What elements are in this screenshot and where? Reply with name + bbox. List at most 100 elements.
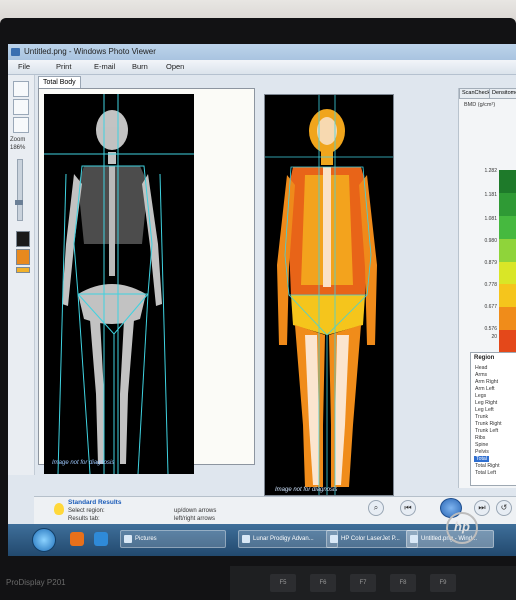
menu-burn[interactable]: Burn: [132, 62, 148, 71]
taskbar-item-lunar[interactable]: Lunar Prodigy Advan...: [238, 530, 338, 548]
taskbar: Pictures Lunar Prodigy Advan... HP Color…: [8, 524, 516, 556]
photo-viewer-icon: [11, 48, 20, 56]
bmd-scale-band: [499, 307, 516, 331]
previous-icon[interactable]: ⏮: [400, 500, 416, 516]
region-item[interactable]: Pelvis: [475, 449, 489, 455]
taskbar-item-pictures[interactable]: Pictures: [120, 530, 226, 548]
region-item[interactable]: Spine: [475, 442, 488, 448]
key[interactable]: F9: [430, 574, 456, 592]
status-line-1: Select region:: [68, 508, 105, 514]
bmd-tick: 0.980: [484, 238, 497, 244]
status-title: Standard Results: [68, 499, 122, 506]
status-line-2: Results tab:: [68, 516, 100, 522]
window-title: Untitled.png - Windows Photo Viewer: [24, 47, 156, 56]
lightbulb-icon: [54, 503, 64, 515]
bmd-tick: 20: [491, 334, 497, 340]
status-hint-1: up/down arrows: [174, 508, 217, 514]
bmd-tick: 0.879: [484, 260, 497, 266]
bmd-tick: 1.081: [484, 216, 497, 222]
bmd-scale-band: [499, 170, 516, 193]
taskbar-item-label: HP Color LaserJet P...: [341, 536, 400, 542]
menu-email[interactable]: E-mail: [94, 62, 115, 71]
region-item[interactable]: Trunk Left: [475, 428, 498, 434]
keyboard: F5 F6 F7 F8 F9: [230, 566, 516, 600]
region-item[interactable]: Total Right: [475, 463, 500, 469]
folder-icon: [124, 535, 132, 543]
bmd-scale-band: [499, 215, 516, 239]
monitor-model: ProDisplay P201: [6, 578, 66, 587]
region-item[interactable]: Legs: [475, 393, 486, 399]
bmd-color-scale: [499, 170, 516, 376]
status-hint-2: left/right arrows: [174, 516, 216, 522]
bmd-color-body: [265, 95, 393, 495]
region-item[interactable]: Ribs: [475, 435, 485, 441]
title-bar: Untitled.png - Windows Photo Viewer: [8, 44, 516, 60]
xray-scan-image: Image not for diagnosis: [44, 94, 194, 474]
xray-thumbnail[interactable]: [16, 231, 30, 247]
xray-watermark: Image not for diagnosis: [52, 460, 115, 466]
key[interactable]: F8: [390, 574, 416, 592]
region-item[interactable]: Leg Right: [475, 400, 497, 406]
next-icon[interactable]: ⏭: [474, 500, 490, 516]
bmd-scale-band: [499, 330, 516, 353]
zoom-value: 186%: [10, 145, 26, 151]
region-item[interactable]: Trunk Right: [475, 421, 502, 427]
start-button[interactable]: [32, 528, 56, 552]
menu-print[interactable]: Print: [56, 62, 71, 71]
zoom-control-icon[interactable]: ⌕: [368, 500, 384, 516]
bmd-scale-band: [499, 284, 516, 308]
bmd-tick: 0.677: [484, 304, 497, 310]
app-icon: [242, 535, 250, 543]
region-item-selected[interactable]: Total: [474, 456, 489, 462]
taskbar-item-hp-printer[interactable]: HP Color LaserJet P...: [326, 530, 418, 548]
rotate-icon[interactable]: ↺: [496, 500, 512, 516]
menu-open[interactable]: Open: [166, 62, 184, 71]
zoom-slider-knob[interactable]: [15, 200, 23, 205]
region-item[interactable]: Arms: [475, 372, 487, 378]
color-watermark: Image not for diagnosis: [275, 487, 338, 493]
firefox-icon[interactable]: [70, 532, 84, 546]
region-item[interactable]: Arm Right: [475, 379, 498, 385]
region-header: Region: [474, 355, 495, 361]
zoom-slider[interactable]: [15, 159, 23, 221]
left-toolbar: Zoom 186%: [8, 75, 35, 475]
hp-logo: hp: [446, 512, 478, 544]
bmd-color-image: Image not for diagnosis: [264, 94, 394, 496]
pointer-tool-icon[interactable]: [13, 81, 29, 97]
menu-file[interactable]: File: [18, 62, 30, 71]
region-item[interactable]: Arm Left: [475, 386, 495, 392]
tab-total-body[interactable]: Total Body: [38, 76, 81, 88]
screen: Untitled.png - Windows Photo Viewer File…: [8, 44, 516, 556]
region-item[interactable]: Trunk: [475, 414, 488, 420]
zoom-label: Zoom: [10, 137, 26, 143]
key[interactable]: F6: [310, 574, 336, 592]
internet-explorer-icon[interactable]: [94, 532, 108, 546]
bmd-scale-band: [499, 261, 516, 285]
printer-icon: [330, 535, 338, 543]
photo-icon: [410, 535, 418, 543]
bmd-tick: 0.778: [484, 282, 497, 288]
key[interactable]: F7: [350, 574, 376, 592]
region-item[interactable]: Head: [475, 365, 487, 371]
key[interactable]: F5: [270, 574, 296, 592]
bmd-scale-label: BMD (g/cm²): [464, 102, 496, 108]
color-thumbnail[interactable]: [16, 249, 30, 265]
bmd-scale-band: [499, 192, 516, 216]
zoom-tool-icon[interactable]: [13, 99, 29, 115]
xray-skeleton: [44, 94, 194, 474]
region-item[interactable]: Leg Left: [475, 407, 494, 413]
taskbar-item-label: Lunar Prodigy Advan...: [253, 536, 314, 542]
menu-bar: File Print E-mail Burn Open: [8, 60, 516, 75]
bmd-tick: 1.282: [484, 168, 497, 174]
results-tabs: ScanCheck Densitometr: [459, 88, 516, 99]
tab-strip: Total Body: [35, 76, 455, 88]
tab-densitometry[interactable]: Densitometr: [489, 88, 516, 99]
region-item[interactable]: Total Left: [475, 470, 496, 476]
taskbar-item-label: Pictures: [135, 536, 157, 542]
scale-thumbnail[interactable]: [16, 267, 30, 273]
pan-tool-icon[interactable]: [13, 117, 29, 133]
bmd-tick: 1.181: [484, 192, 497, 198]
region-list[interactable]: Region Head Arms Arm Right Arm Left Legs…: [470, 352, 516, 486]
bmd-tick: 0.576: [484, 326, 497, 332]
bmd-scale-band: [499, 238, 516, 262]
